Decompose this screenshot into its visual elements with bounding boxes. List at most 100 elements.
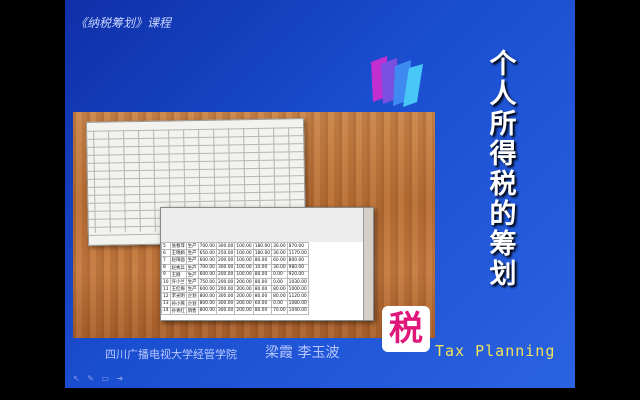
table-cell: 1030.00 [286, 277, 309, 287]
table-cell: 14 [161, 306, 171, 315]
table-cell: 600.00 [197, 270, 217, 279]
author-names: 梁霞 李玉波 [265, 345, 340, 361]
books-icon [371, 56, 423, 107]
table-cell: 王红梅 [169, 285, 187, 294]
scrollbar [363, 208, 373, 320]
table-cell: 销售 [185, 306, 199, 315]
table-cell: 800.00 [197, 292, 217, 301]
table-cell: 7 [161, 256, 171, 265]
table-cell: 600.00 [197, 285, 217, 294]
table-cell: 250.00 [215, 249, 236, 258]
table-cell: 王晓娟 [169, 249, 187, 258]
table-cell: 80.00 [252, 256, 273, 265]
course-label: 《纳税筹划》课程 [75, 16, 172, 30]
table-cell: 5 [161, 241, 171, 251]
table-cell: 100.00 [234, 256, 254, 265]
table-cell: 赵阳面 [169, 256, 187, 265]
table-row: 6 王晓娟 生产 650.00 250.00 100.00 180.00 30.00 1170.… [161, 249, 309, 258]
slideshow-controls[interactable]: ↖ ✎ ▭ ➔ [73, 374, 128, 383]
table-row: 7 赵阳面 生产 600.00 200.00 100.00 80.00 60.00 800.00 [161, 256, 309, 265]
title-char: 筹 [489, 229, 517, 260]
pen-icon[interactable]: ✎ [87, 374, 94, 383]
spreadsheet-header [161, 208, 364, 242]
table-cell: 80.00 [271, 285, 288, 294]
table-cell: 12 [161, 292, 171, 301]
table-cell: 0.00 [271, 270, 288, 279]
table-cell: 200.00 [234, 277, 254, 287]
vertical-title: 个人所得税的筹划 [475, 50, 531, 290]
table-cell: 800.00 [197, 299, 217, 308]
table-cell: 60.00 [271, 256, 288, 265]
table-cell: 700.00 [197, 241, 217, 251]
menu-icon[interactable]: ▭ [102, 374, 110, 383]
table-cell: 1120.00 [286, 292, 309, 301]
table-cell: 300.00 [215, 292, 236, 301]
table-cell: 100.00 [234, 241, 254, 251]
table-cell: 13 [161, 299, 171, 308]
table-cell: 生产 [185, 256, 199, 265]
table-cell: 孙青红 [169, 306, 187, 315]
table-cell: 300.00 [215, 306, 236, 315]
table-cell: 870.00 [286, 241, 309, 251]
title-char: 得 [489, 139, 517, 170]
table-cell: 1170.00 [286, 249, 309, 258]
table-cell: 180.00 [252, 249, 273, 258]
table-cell: 800.00 [197, 306, 217, 315]
title-char: 的 [489, 199, 517, 230]
table-cell: 80.00 [252, 285, 273, 294]
arrow-icon[interactable]: ↖ [73, 374, 80, 383]
next-icon[interactable]: ➔ [117, 374, 124, 383]
table-cell: 王刚 [169, 270, 187, 279]
title-char: 人 [489, 79, 517, 110]
table-cell: 300.00 [215, 241, 236, 251]
table-cell: 80.00 [252, 277, 273, 287]
table-cell: 生产 [185, 277, 199, 287]
table-cell: 1080.00 [286, 299, 309, 308]
table-cell: 200.00 [215, 270, 236, 279]
table-cell: 100.00 [234, 270, 254, 279]
table-cell: 200.00 [234, 285, 254, 294]
table-cell: 600.00 [197, 256, 217, 265]
table-cell: 企划 [185, 299, 199, 308]
title-char: 所 [489, 109, 517, 140]
school-name: 四川广播电视大学经管学院 [105, 348, 237, 361]
table-row: 13 孙小燕 企划 800.00 300.00 200.00 60.00 0.00 1080.0… [161, 299, 309, 308]
table-cell: 80.00 [252, 292, 273, 301]
table-row: 8 赵秀兵 生产 700.00 300.00 100.00 10.00 30.00 980.00 [161, 263, 309, 272]
table-cell: 企划 [185, 292, 199, 301]
table-row: 9 王刚 生产 600.00 200.00 100.00 80.00 0.00 920.00 [161, 270, 309, 279]
table-cell: 6 [161, 249, 171, 258]
table-cell: 200.00 [234, 292, 254, 301]
table-cell: 180.00 [252, 241, 273, 251]
table-cell: 80.00 [271, 292, 288, 301]
table-cell: 700.00 [197, 263, 217, 272]
table-cell: 200.00 [234, 299, 254, 308]
table-cell: 孙小燕 [169, 299, 187, 308]
table-row: 14 孙青红 销售 800.00 300.00 200.00 80.00 70.00 1040.… [161, 306, 309, 315]
table-row: 11 王红梅 生产 600.00 200.00 200.00 80.00 80.00 1000.… [161, 285, 309, 294]
table-cell: 生产 [185, 270, 199, 279]
table-cell: 8 [161, 263, 171, 272]
spreadsheet-window: 5 张春萍 生产 700.00 300.00 100.00 180.00 30.00 870.0… [160, 207, 374, 321]
table-cell: 9 [161, 270, 171, 279]
table-cell: 1000.00 [286, 285, 309, 294]
table-cell: 30.00 [271, 241, 288, 251]
table-cell: 11 [161, 285, 171, 294]
table-cell: 30.00 [271, 263, 288, 272]
table-cell: 李光明 [169, 292, 187, 301]
table-cell: 650.00 [197, 249, 217, 258]
table-cell: 70.00 [271, 306, 288, 315]
title-char: 个 [489, 49, 517, 80]
table-cell: 980.00 [286, 263, 309, 272]
table-cell: 赵秀兵 [169, 263, 187, 272]
tax-planning-text: Tax Planning [435, 342, 556, 360]
table-cell: 30.00 [271, 249, 288, 258]
table-cell: 张春萍 [169, 241, 187, 251]
table-cell: 许小兰 [169, 277, 187, 287]
tax-badge: 税 [382, 306, 430, 352]
table-cell: 生产 [185, 285, 199, 294]
table-cell: 10.00 [252, 263, 273, 272]
table-cell: 300.00 [215, 299, 236, 308]
table-cell: 80.00 [252, 306, 273, 315]
table-cell: 800.00 [286, 256, 309, 265]
